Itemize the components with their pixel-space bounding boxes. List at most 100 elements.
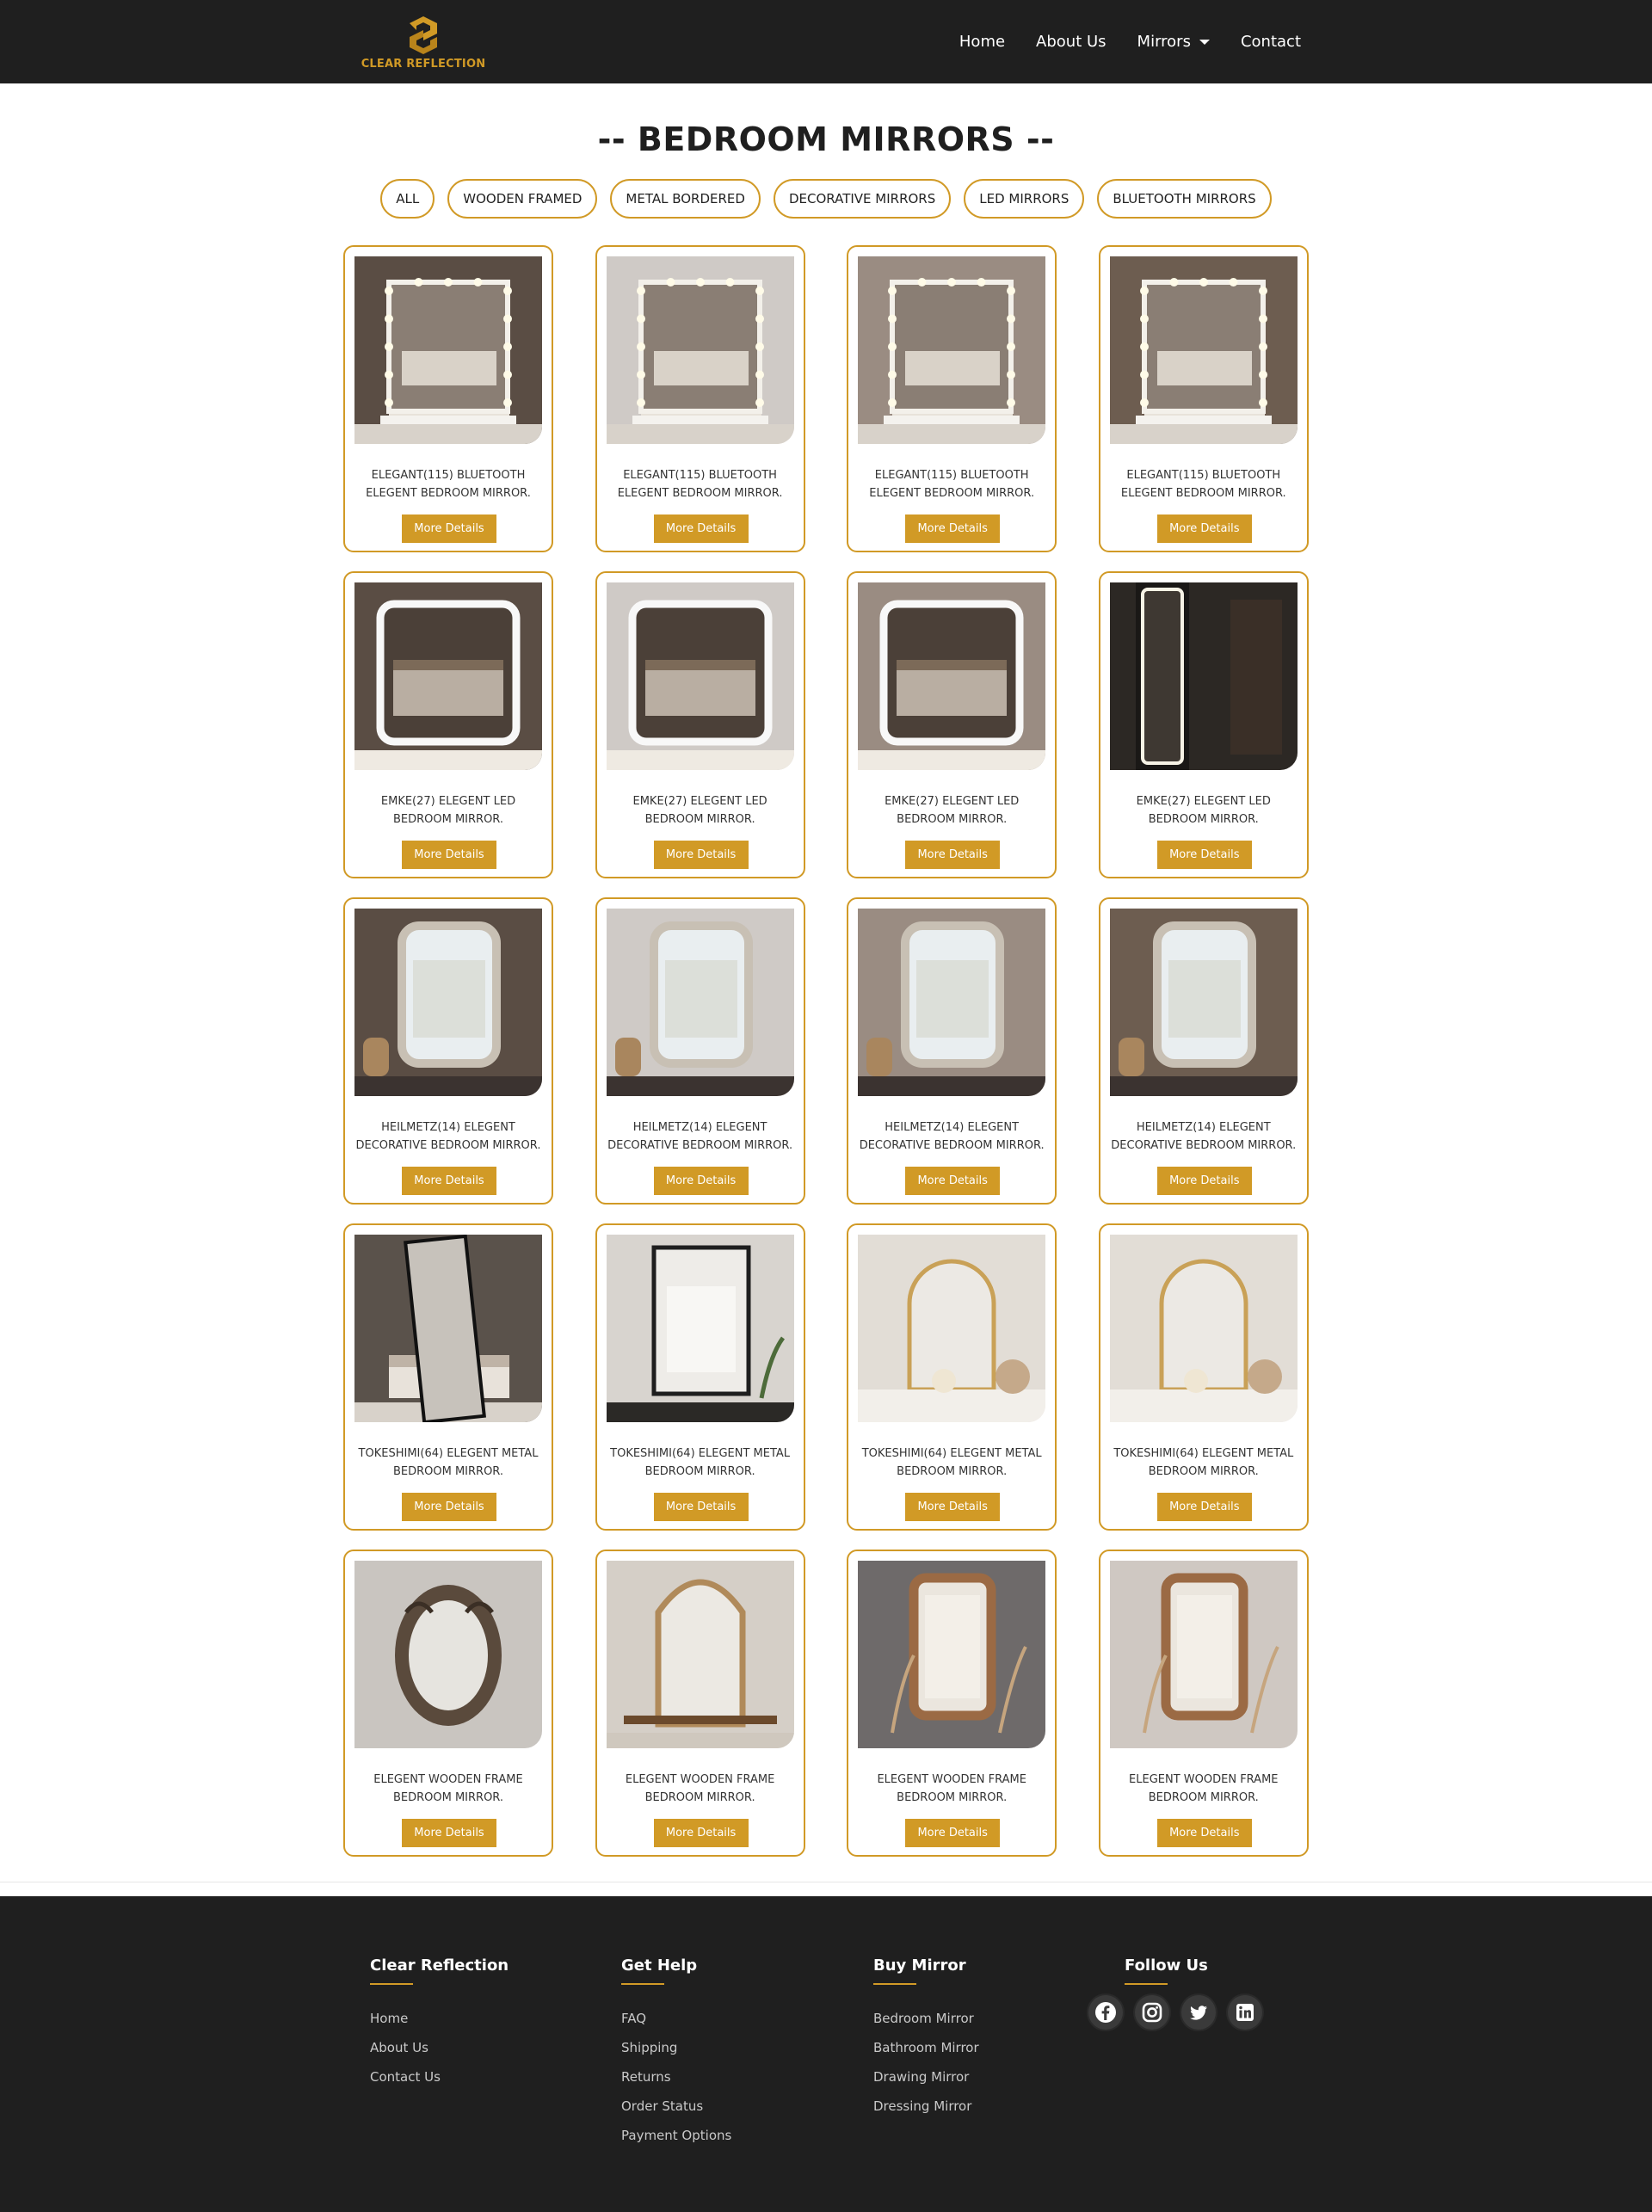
product-image[interactable] [354,1235,542,1422]
product-image[interactable] [354,582,542,770]
product-card: EMKE(27) ELEGENT LED BEDROOM MIRROR. More… [343,571,553,878]
more-details-button[interactable]: More Details [653,514,749,543]
filter-decorative-mirrors[interactable]: DECORATIVE MIRRORS [773,179,952,219]
product-image[interactable] [858,256,1046,444]
footer-col-buy-mirror: Buy Mirror Bedroom Mirror Bathroom Mirro… [873,1956,979,2121]
filter-wooden-framed[interactable]: WOODEN FRAMED [447,179,598,219]
product-card: TOKESHIMI(64) ELEGENT METAL BEDROOM MIRR… [1098,1223,1309,1531]
product-image[interactable] [354,909,542,1096]
product-card: EMKE(27) ELEGENT LED BEDROOM MIRROR. More… [847,571,1057,878]
footer-link-order-status[interactable]: Order Status [621,2092,731,2121]
footer: Clear Reflection Home About Us Contact U… [0,1896,1652,2212]
mirror-photo [858,582,1046,770]
product-image[interactable] [1109,1235,1298,1422]
more-details-button[interactable]: More Details [653,841,749,869]
product-title: ELEGANT(115) BLUETOOTH ELEGENT BEDROOM M… [869,469,1035,500]
more-details-button[interactable]: More Details [402,1819,496,1847]
brand-logo[interactable]: CLEAR REFLECTION [356,15,490,71]
product-image[interactable] [606,1235,794,1422]
more-details-button[interactable]: More Details [905,841,1001,869]
footer-link-contact-us[interactable]: Contact Us [370,2062,509,2092]
more-details-button[interactable]: More Details [402,1167,496,1195]
product-image[interactable] [858,1561,1046,1748]
filter-all[interactable]: ALL [380,179,435,219]
product-image[interactable] [354,256,542,444]
product-image[interactable] [354,1561,542,1748]
product-title: TOKESHIMI(64) ELEGENT METAL BEDROOM MIRR… [861,1447,1042,1478]
product-image[interactable] [858,909,1046,1096]
instagram-icon[interactable] [1135,1995,1169,2030]
nav-about-us[interactable]: About Us [1036,33,1106,51]
footer-link-drawing-mirror[interactable]: Drawing Mirror [873,2062,979,2092]
product-title: HEILMETZ(14) ELEGENT DECORATIVE BEDROOM … [607,1121,793,1152]
more-details-button[interactable]: More Details [1156,1819,1252,1847]
more-details-button[interactable]: More Details [653,1819,749,1847]
more-details-button[interactable]: More Details [1156,1167,1252,1195]
more-details-button[interactable]: More Details [402,841,496,869]
facebook-icon[interactable] [1088,1995,1123,2030]
more-details-button[interactable]: More Details [905,514,1001,543]
product-image[interactable] [1109,256,1298,444]
product-card: EMKE(27) ELEGENT LED BEDROOM MIRROR. More… [1098,571,1309,878]
footer-col-clear-reflection: Clear Reflection Home About Us Contact U… [370,1956,509,2092]
footer-link-payment-options[interactable]: Payment Options [621,2121,731,2150]
product-card: HEILMETZ(14) ELEGENT DECORATIVE BEDROOM … [343,897,553,1205]
footer-link-shipping[interactable]: Shipping [621,2033,731,2062]
filter-bluetooth-mirrors[interactable]: BLUETOOTH MIRRORS [1097,179,1272,219]
heading-underline [370,1983,413,1985]
footer-link-dressing-mirror[interactable]: Dressing Mirror [873,2092,979,2121]
footer-heading: Follow Us [1125,1956,1208,1975]
product-image[interactable] [1109,909,1298,1096]
footer-link-returns[interactable]: Returns [621,2062,731,2092]
footer-heading: Get Help [621,1956,698,1975]
mirror-photo [858,909,1046,1096]
more-details-button[interactable]: More Details [402,1493,496,1521]
product-image[interactable] [858,1235,1046,1422]
more-details-button[interactable]: More Details [402,514,496,543]
mirror-photo [354,909,542,1096]
filter-led-mirrors[interactable]: LED MIRRORS [964,179,1085,219]
more-details-button[interactable]: More Details [1156,514,1252,543]
product-image[interactable] [858,582,1046,770]
product-card: ELEGENT WOODEN FRAME BEDROOM MIRROR. More… [343,1550,553,1857]
product-card: HEILMETZ(14) ELEGENT DECORATIVE BEDROOM … [847,897,1057,1205]
product-image[interactable] [1109,1561,1298,1748]
product-image[interactable] [606,1561,794,1748]
mirror-photo [606,1235,794,1422]
mirror-photo [606,1561,794,1748]
more-details-button[interactable]: More Details [905,1819,1001,1847]
footer-link-bathroom-mirror[interactable]: Bathroom Mirror [873,2033,979,2062]
more-details-button[interactable]: More Details [1156,1493,1252,1521]
more-details-button[interactable]: More Details [905,1493,1001,1521]
product-title: ELEGANT(115) BLUETOOTH ELEGENT BEDROOM M… [366,469,531,500]
footer-link-faq[interactable]: FAQ [621,2004,731,2033]
mirror-photo [1109,1235,1298,1422]
more-details-button[interactable]: More Details [905,1167,1001,1195]
filter-bar: ALL WOODEN FRAMED METAL BORDERED DECORAT… [0,179,1652,219]
footer-link-home[interactable]: Home [370,2004,509,2033]
mirror-photo [1109,582,1298,770]
nav-contact[interactable]: Contact [1241,33,1301,51]
linkedin-icon[interactable] [1228,1995,1262,2030]
filter-metal-bordered[interactable]: METAL BORDERED [610,179,761,219]
nav-home[interactable]: Home [959,33,1005,51]
footer-link-about-us[interactable]: About Us [370,2033,509,2062]
twitter-icon[interactable] [1181,1995,1216,2030]
product-image[interactable] [606,582,794,770]
nav-mirrors-dropdown[interactable]: Mirrors [1137,33,1210,51]
product-title: ELEGENT WOODEN FRAME BEDROOM MIRROR. [625,1773,775,1804]
product-title: ELEGANT(115) BLUETOOTH ELEGENT BEDROOM M… [617,469,783,500]
product-card: TOKESHIMI(64) ELEGENT METAL BEDROOM MIRR… [847,1223,1057,1531]
mirror-photo [606,256,794,444]
more-details-button[interactable]: More Details [653,1493,749,1521]
product-image[interactable] [1109,582,1298,770]
more-details-button[interactable]: More Details [1156,841,1252,869]
product-title: HEILMETZ(14) ELEGENT DECORATIVE BEDROOM … [1111,1121,1297,1152]
mirror-photo [606,909,794,1096]
more-details-button[interactable]: More Details [653,1167,749,1195]
product-image[interactable] [606,909,794,1096]
footer-link-bedroom-mirror[interactable]: Bedroom Mirror [873,2004,979,2033]
heading-underline [873,1983,916,1985]
product-image[interactable] [606,256,794,444]
product-card: ELEGENT WOODEN FRAME BEDROOM MIRROR. More… [595,1550,805,1857]
